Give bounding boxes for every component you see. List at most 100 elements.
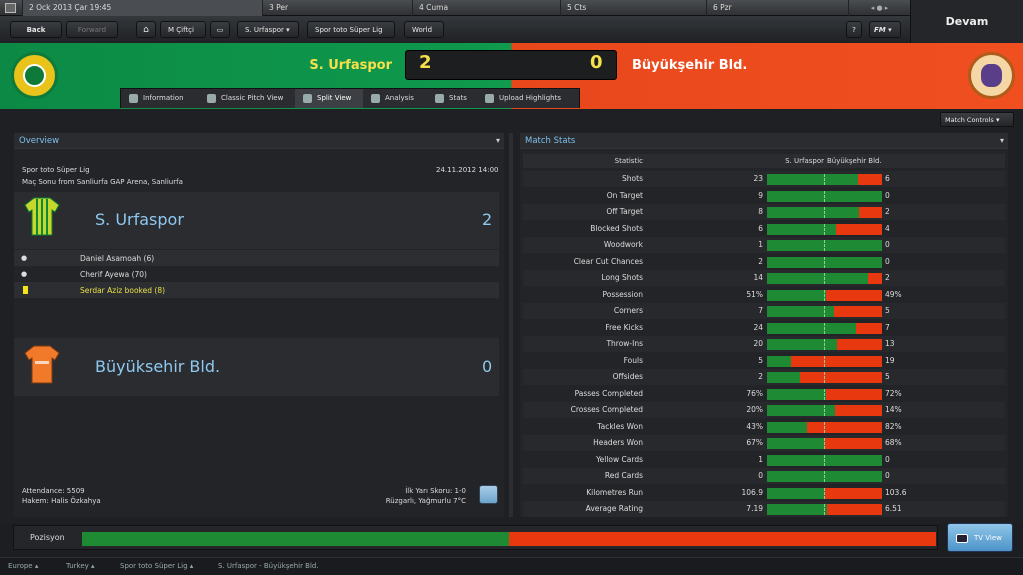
weather: Rüzgarlı, Yağmurlu 7°C [385, 497, 466, 505]
help-icon[interactable]: ? [846, 21, 862, 38]
stat-label: Free Kicks [605, 322, 643, 332]
match-datetime: 24.11.2012 14:00 [436, 166, 499, 174]
stat-bar [767, 322, 882, 334]
stat-home-value: 43% [746, 421, 763, 431]
column-header-home[interactable]: S. Urfaspor [760, 154, 824, 168]
overview-home-name[interactable]: S. Urfaspor [95, 210, 184, 229]
stat-label: Shots [622, 174, 643, 183]
manager-label: M Çiftçi [168, 26, 194, 34]
column-header-statistic[interactable]: Statistic [523, 154, 643, 168]
stat-away-value: 0 [885, 190, 890, 200]
event-booking: Serdar Aziz booked (8) [80, 286, 166, 295]
stat-bar [767, 223, 882, 235]
tab-analysis[interactable]: Analysis [363, 89, 427, 108]
tv-view-button[interactable]: TV View [947, 523, 1013, 552]
stat-bar-away [800, 372, 882, 383]
club-menu[interactable]: S. Urfaspor [237, 21, 299, 38]
calendar-today[interactable]: 2 Ock 2013 Çar 19:45 [22, 0, 262, 16]
continue-button[interactable]: Devam [910, 0, 1023, 43]
stat-row: Passes Completed 76% 72% [523, 386, 1005, 402]
away-club-crest-icon[interactable] [968, 52, 1015, 99]
panel-menu-icon[interactable]: ▾ [1000, 133, 1004, 149]
stat-row: Average Rating 7.19 6.51 [523, 501, 1005, 517]
stat-bar [767, 504, 882, 515]
calendar-scroll-controls[interactable]: ◂ ● ▸ [848, 0, 910, 16]
stat-label: Off Target [606, 207, 643, 216]
stat-away-value: 72% [885, 388, 902, 398]
calendar-icon[interactable] [5, 3, 16, 13]
analysis-icon [371, 94, 380, 103]
goal-ball-icon: ● [21, 254, 28, 262]
match-stats-header: Match Stats ▾ [520, 133, 1008, 149]
stat-bar-home [767, 322, 856, 334]
breadcrumb-item[interactable]: Turkey ▴ [66, 562, 95, 570]
tab-upload-highlights[interactable]: Upload Highlights [477, 89, 581, 108]
stat-label: Passes Completed [574, 388, 643, 398]
stat-bar-midline [824, 339, 825, 350]
overview-panel: Overview ▾ [14, 133, 504, 517]
home-club-crest-icon[interactable] [11, 52, 58, 99]
stat-bar-away [824, 438, 882, 449]
halftime-score: İlk Yarı Skoru: 1-0 [405, 487, 466, 495]
overview-away-name[interactable]: Büyüksehir Bld. [95, 357, 220, 376]
stat-bar-home [767, 273, 868, 284]
breadcrumb-label: Spor toto Süper Lig [120, 562, 188, 570]
stat-bar-midline [824, 207, 825, 218]
tab-information[interactable]: Information [121, 89, 199, 108]
upload-icon [485, 94, 494, 103]
breadcrumb-item[interactable]: Europe ▴ [8, 562, 38, 570]
stat-away-value: 4 [885, 223, 890, 233]
fm-menu[interactable]: FM [869, 21, 901, 38]
breadcrumb-item[interactable]: Spor toto Süper Lig ▴ [120, 562, 193, 570]
stat-bar [767, 306, 882, 317]
tab-split-view[interactable]: Split View [295, 89, 363, 108]
stat-away-value: 5 [885, 306, 890, 315]
stat-bar-midline [824, 421, 825, 433]
overview-home-score: 2 [482, 210, 493, 229]
world-menu[interactable]: World [404, 21, 444, 38]
stat-bar-midline [824, 372, 825, 383]
away-team-name[interactable]: Büyükşehir Bld. [632, 58, 747, 73]
stat-label: Clear Cut Chances [573, 256, 643, 266]
calendar-day[interactable]: 4 Cuma [412, 0, 560, 16]
stat-label: Fouls [623, 355, 643, 365]
tab-stats[interactable]: Stats [427, 89, 477, 108]
panel-splitter[interactable] [509, 133, 513, 517]
calendar-day[interactable]: 6 Pzr [706, 0, 846, 16]
stat-label: Offsides [612, 372, 643, 381]
stat-row: Off Target 8 2 [523, 204, 1005, 220]
stat-bar-away [826, 289, 882, 301]
stat-home-value: 6 [758, 223, 763, 233]
tab-label: Classic Pitch View [221, 94, 284, 102]
match-controls-button[interactable]: Match Controls [940, 112, 1014, 127]
stat-home-value: 1 [758, 240, 763, 249]
stat-home-value: 9 [758, 190, 763, 200]
column-header-away[interactable]: Büyükşehir Bld. [827, 154, 907, 168]
forward-button[interactable]: Forward [66, 21, 118, 38]
home-team-name[interactable]: S. Urfaspor [270, 58, 392, 73]
tab-classic-pitch-view[interactable]: Classic Pitch View [199, 89, 295, 108]
breadcrumb-label: Europe [8, 562, 33, 570]
stat-away-value: 68% [885, 438, 902, 447]
stat-row: Long Shots 14 2 [523, 270, 1005, 286]
manager-menu[interactable]: M Çiftçi [160, 21, 206, 38]
match-tabs: Information Classic Pitch View Split Vie… [120, 88, 580, 108]
panel-menu-icon[interactable]: ▾ [496, 133, 500, 149]
stat-home-value: 76% [746, 388, 763, 398]
calendar-day[interactable]: 3 Per [262, 0, 412, 16]
home-icon[interactable]: ⌂ [136, 21, 156, 38]
stat-bar-midline [824, 355, 825, 367]
back-button[interactable]: Back [10, 21, 62, 38]
stat-away-value: 7 [885, 322, 890, 332]
competition-menu[interactable]: Spor toto Süper Lig [307, 21, 395, 38]
calendar-day[interactable]: 5 Cts [560, 0, 706, 16]
stat-bar [767, 339, 882, 350]
stat-home-value: 67% [746, 438, 763, 447]
pitch-icon [207, 94, 216, 103]
inbox-icon[interactable]: ▭ [210, 21, 230, 38]
stat-bar [767, 388, 882, 400]
position-label: Pozisyon [30, 533, 65, 542]
breadcrumb-item[interactable]: S. Urfaspor - Büyükşehir Bld. [218, 562, 319, 570]
breadcrumb-label: Turkey [66, 562, 89, 570]
stat-home-value: 106.9 [741, 487, 763, 497]
